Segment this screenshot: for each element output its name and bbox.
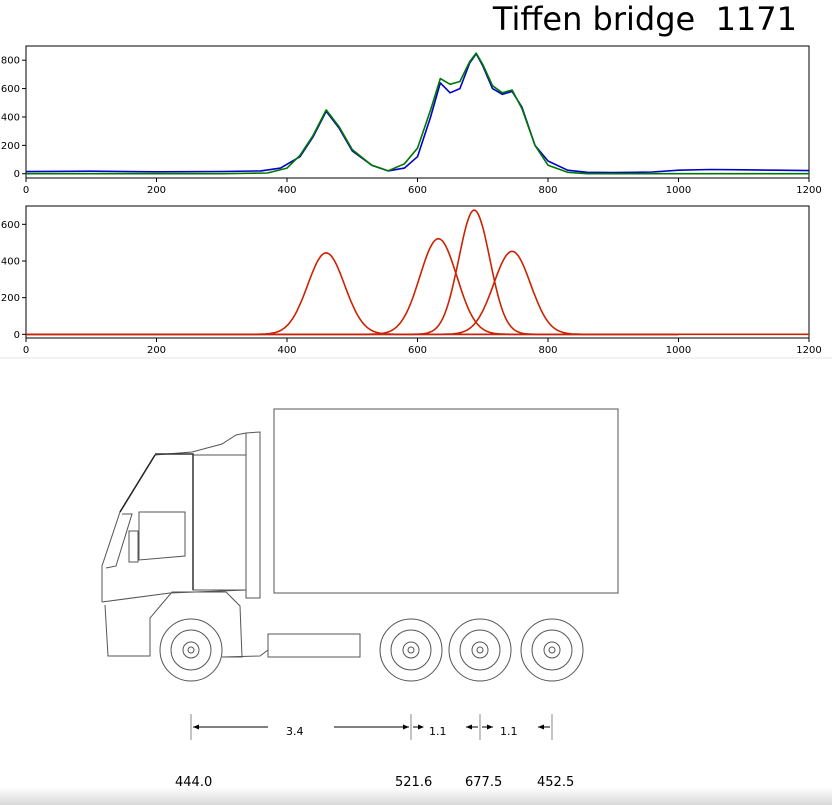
plot2-series-line bbox=[26, 209, 679, 336]
plot2-series-line bbox=[26, 237, 679, 336]
axle-spacing-1: 3.4 bbox=[286, 725, 304, 738]
plot1-ytick-label: 600 bbox=[1, 84, 20, 95]
plot2-ytick-label: 0 bbox=[14, 330, 20, 341]
cab-outline bbox=[101, 432, 247, 602]
plot2-xtick-label: 200 bbox=[147, 345, 166, 356]
axle-influence-plot: 0 200 400 600 800 1000 1200 0 200 400 600 bbox=[1, 205, 822, 356]
measured-vs-fitted-plot: 0 200 400 600 800 1000 1200 0 200 400 600 800 bbox=[1, 45, 822, 196]
plot1-ytick-label: 400 bbox=[1, 112, 20, 123]
plot1-xtick-label: 200 bbox=[147, 185, 166, 196]
wheel-front bbox=[159, 618, 223, 682]
plot2-xtick-label: 400 bbox=[277, 345, 296, 356]
plot1-ytick-label: 0 bbox=[14, 169, 20, 180]
windshield-edge bbox=[119, 454, 156, 513]
wheel-rear-2 bbox=[448, 618, 512, 682]
mirror-arm bbox=[128, 530, 139, 563]
plot2-ytick-label: 200 bbox=[1, 293, 20, 304]
plot1-series-line bbox=[25, 53, 810, 174]
cab-frame bbox=[155, 453, 194, 590]
plot2-ytick-label: 600 bbox=[1, 220, 20, 231]
plot1-ytick-label: 200 bbox=[1, 141, 20, 152]
wheel-rear-1 bbox=[379, 618, 443, 682]
truck-diagram bbox=[101, 408, 619, 682]
plot2-xtick-label: 0 bbox=[23, 345, 29, 356]
plot2-xtick-label: 800 bbox=[538, 345, 557, 356]
plot2-series-line bbox=[26, 252, 679, 336]
cab-door bbox=[192, 454, 247, 591]
plot1-xtick-label: 1000 bbox=[666, 185, 691, 196]
plot2-xtick-label: 600 bbox=[408, 345, 427, 356]
axle-spacing-2: 1.1 bbox=[429, 725, 447, 738]
plot1-ytick-label: 800 bbox=[1, 56, 20, 67]
cab-rear-pillar bbox=[245, 431, 261, 599]
plot1-frame bbox=[25, 45, 810, 179]
fuel-tank bbox=[267, 633, 361, 658]
bottom-fade bbox=[0, 787, 832, 805]
plot2-xtick-label: 1000 bbox=[666, 345, 691, 356]
plot2-frame bbox=[25, 205, 810, 339]
axle-spacing-dimensions bbox=[190, 714, 553, 740]
plot1-xtick-label: 1200 bbox=[796, 185, 821, 196]
plot1-xtick-label: 0 bbox=[23, 185, 29, 196]
plot1-xtick-label: 800 bbox=[538, 185, 557, 196]
plot2-series-line bbox=[26, 250, 679, 336]
plot2-ytick-label: 400 bbox=[1, 257, 20, 268]
chassis-link bbox=[221, 649, 269, 658]
figure: 0 200 400 600 800 1000 1200 0 200 400 600 800 0 200 4… bbox=[0, 45, 832, 790]
side-window bbox=[138, 511, 186, 561]
cargo-box bbox=[273, 408, 619, 594]
plot1-xtick-label: 400 bbox=[277, 185, 296, 196]
plot2-xtick-label: 1200 bbox=[796, 345, 821, 356]
axle-spacing-3: 1.1 bbox=[500, 725, 518, 738]
plot1-xtick-label: 600 bbox=[408, 185, 427, 196]
wheel-rear-3 bbox=[520, 618, 584, 682]
